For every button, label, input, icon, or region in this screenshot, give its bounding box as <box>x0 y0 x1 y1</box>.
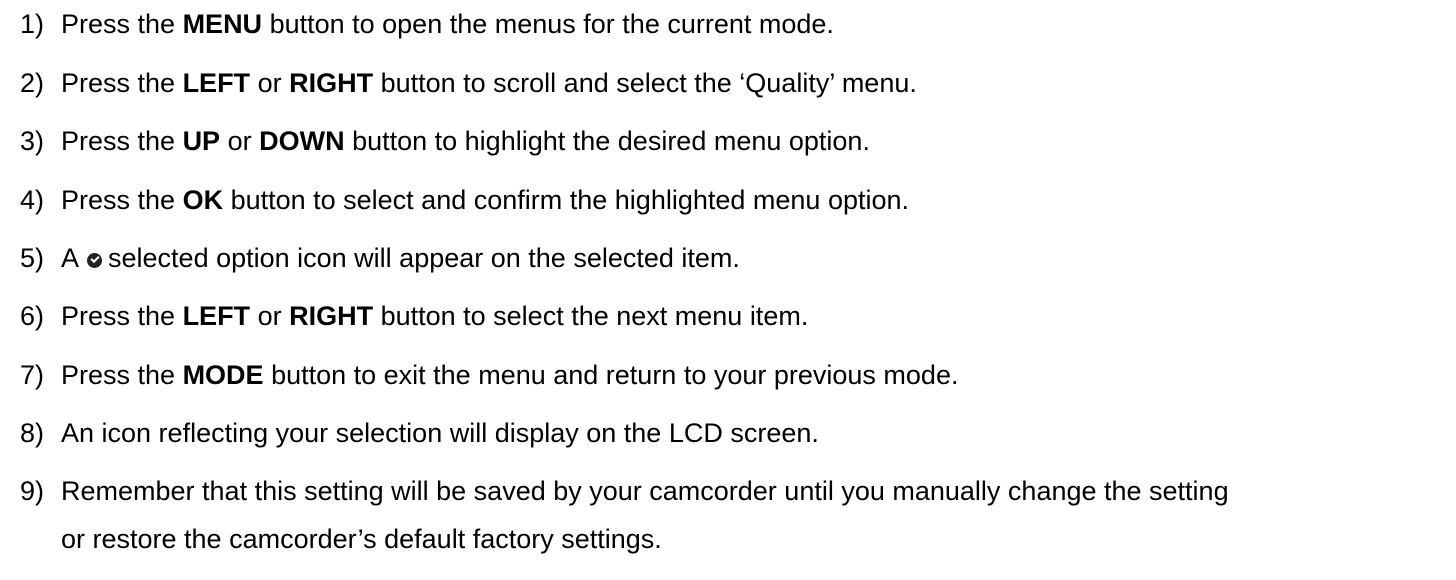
step-text: Press the MODE button to exit the menu a… <box>61 360 958 390</box>
step-text-part: selected option icon will appear on the … <box>108 243 740 273</box>
step-text: Press the MENU button to open the menus … <box>61 9 834 39</box>
step-text: Press the LEFT or RIGHT button to scroll… <box>61 68 917 98</box>
step-text: Press the UP or DOWN button to highlight… <box>61 126 870 156</box>
step-text-part: button to highlight the desired menu opt… <box>344 126 870 156</box>
button-name-left: LEFT <box>182 68 251 98</box>
step-text-part: button to open the menus for the current… <box>262 9 834 39</box>
step-text: Press the LEFT or RIGHT button to select… <box>61 301 808 331</box>
step-text-part: Press the <box>61 126 183 156</box>
step-number: 3) <box>20 126 45 156</box>
step-text: Remember that this setting will be saved… <box>61 476 1229 506</box>
step-number: 4) <box>20 185 45 215</box>
step-text-part: Press the <box>61 185 183 215</box>
step-text-part: button to scroll and select the ‘Quality… <box>373 68 917 98</box>
step-number: 9) <box>20 476 45 506</box>
step-text: Press the OK button to select and confir… <box>61 185 909 215</box>
button-name-ok: OK <box>182 185 224 215</box>
button-name-right: RIGHT <box>289 68 374 98</box>
step-text-part: Press the <box>61 360 183 390</box>
step-number: 1) <box>20 9 45 39</box>
step-number: 7) <box>20 360 45 390</box>
button-name-left: LEFT <box>182 301 251 331</box>
step-text-part: or <box>250 68 290 98</box>
step-text-part: A <box>61 243 80 273</box>
step-text: Aselected option icon will appear on the… <box>61 243 740 273</box>
step-text-part: Press the <box>61 68 183 98</box>
step-text-part: or <box>220 126 260 156</box>
selected-option-check-icon <box>87 253 103 268</box>
button-name-right: RIGHT <box>289 301 374 331</box>
button-name-mode: MODE <box>182 360 264 390</box>
button-name-down: DOWN <box>259 126 345 156</box>
step-text-part: Press the <box>61 301 183 331</box>
step-text-part: button to exit the menu and return to yo… <box>263 360 959 390</box>
step-text-part: button to select and confirm the highlig… <box>223 185 910 215</box>
step-number: 5) <box>20 243 45 273</box>
step-number: 6) <box>20 301 45 331</box>
step-number: 8) <box>20 418 45 448</box>
step-text-part: button to select the next menu item. <box>373 301 809 331</box>
step-number: 2) <box>20 68 45 98</box>
button-name-up: UP <box>182 126 221 156</box>
step-text: An icon reflecting your selection will d… <box>61 418 819 448</box>
step-text-part: or <box>250 301 290 331</box>
step-text-continuation: or restore the camcorder’s default facto… <box>61 524 662 554</box>
instruction-document: 1) Press the MENU button to open the men… <box>0 0 1456 580</box>
step-text-part: Press the <box>61 9 183 39</box>
button-name-menu: MENU <box>182 9 263 39</box>
